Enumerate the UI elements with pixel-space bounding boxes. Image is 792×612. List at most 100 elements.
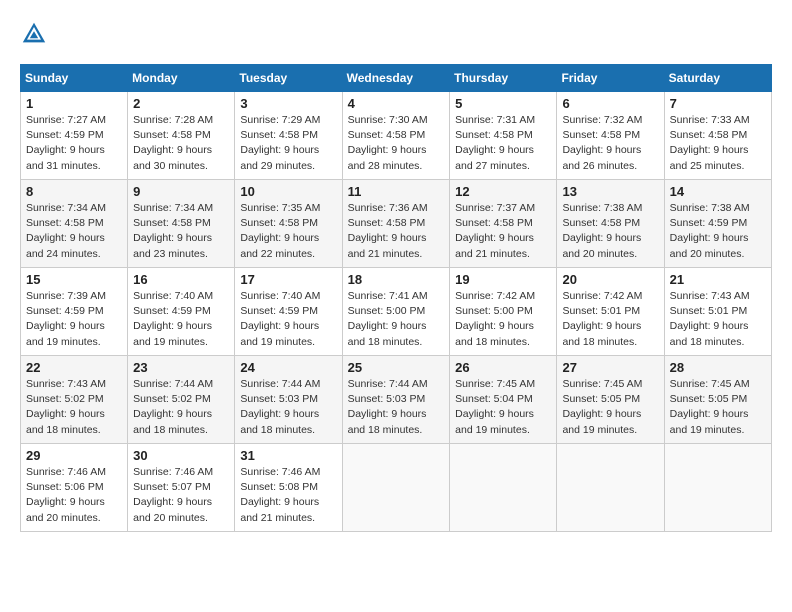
weekday-header: Monday <box>128 65 235 92</box>
calendar-week-row: 15 Sunrise: 7:39 AM Sunset: 4:59 PM Dayl… <box>21 268 772 356</box>
day-number: 8 <box>26 184 122 199</box>
day-info: Sunrise: 7:39 AM Sunset: 4:59 PM Dayligh… <box>26 289 122 350</box>
day-number: 14 <box>670 184 766 199</box>
calendar-day-cell: 13 Sunrise: 7:38 AM Sunset: 4:58 PM Dayl… <box>557 180 664 268</box>
day-info: Sunrise: 7:33 AM Sunset: 4:58 PM Dayligh… <box>670 113 766 174</box>
day-number: 25 <box>348 360 445 375</box>
calendar-day-cell: 15 Sunrise: 7:39 AM Sunset: 4:59 PM Dayl… <box>21 268 128 356</box>
day-number: 6 <box>562 96 658 111</box>
calendar-day-cell: 29 Sunrise: 7:46 AM Sunset: 5:06 PM Dayl… <box>21 444 128 532</box>
calendar-day-cell: 6 Sunrise: 7:32 AM Sunset: 4:58 PM Dayli… <box>557 92 664 180</box>
day-number: 4 <box>348 96 445 111</box>
logo-icon <box>20 20 48 48</box>
calendar-day-cell: 2 Sunrise: 7:28 AM Sunset: 4:58 PM Dayli… <box>128 92 235 180</box>
day-info: Sunrise: 7:42 AM Sunset: 5:01 PM Dayligh… <box>562 289 658 350</box>
day-number: 12 <box>455 184 551 199</box>
day-info: Sunrise: 7:35 AM Sunset: 4:58 PM Dayligh… <box>240 201 336 262</box>
day-info: Sunrise: 7:31 AM Sunset: 4:58 PM Dayligh… <box>455 113 551 174</box>
calendar-day-cell: 21 Sunrise: 7:43 AM Sunset: 5:01 PM Dayl… <box>664 268 771 356</box>
day-number: 31 <box>240 448 336 463</box>
weekday-header: Saturday <box>664 65 771 92</box>
day-number: 26 <box>455 360 551 375</box>
calendar-day-cell: 4 Sunrise: 7:30 AM Sunset: 4:58 PM Dayli… <box>342 92 450 180</box>
calendar-day-cell: 26 Sunrise: 7:45 AM Sunset: 5:04 PM Dayl… <box>450 356 557 444</box>
calendar-day-cell: 3 Sunrise: 7:29 AM Sunset: 4:58 PM Dayli… <box>235 92 342 180</box>
weekday-header: Friday <box>557 65 664 92</box>
calendar-day-cell: 10 Sunrise: 7:35 AM Sunset: 4:58 PM Dayl… <box>235 180 342 268</box>
calendar-day-cell: 12 Sunrise: 7:37 AM Sunset: 4:58 PM Dayl… <box>450 180 557 268</box>
day-info: Sunrise: 7:44 AM Sunset: 5:02 PM Dayligh… <box>133 377 229 438</box>
day-info: Sunrise: 7:34 AM Sunset: 4:58 PM Dayligh… <box>133 201 229 262</box>
day-number: 11 <box>348 184 445 199</box>
calendar-day-cell: 25 Sunrise: 7:44 AM Sunset: 5:03 PM Dayl… <box>342 356 450 444</box>
day-number: 27 <box>562 360 658 375</box>
calendar-day-cell: 30 Sunrise: 7:46 AM Sunset: 5:07 PM Dayl… <box>128 444 235 532</box>
calendar-day-cell: 7 Sunrise: 7:33 AM Sunset: 4:58 PM Dayli… <box>664 92 771 180</box>
calendar-day-cell: 1 Sunrise: 7:27 AM Sunset: 4:59 PM Dayli… <box>21 92 128 180</box>
day-info: Sunrise: 7:45 AM Sunset: 5:05 PM Dayligh… <box>670 377 766 438</box>
calendar-table: SundayMondayTuesdayWednesdayThursdayFrid… <box>20 64 772 532</box>
calendar-day-cell: 23 Sunrise: 7:44 AM Sunset: 5:02 PM Dayl… <box>128 356 235 444</box>
day-number: 22 <box>26 360 122 375</box>
day-info: Sunrise: 7:38 AM Sunset: 4:59 PM Dayligh… <box>670 201 766 262</box>
day-info: Sunrise: 7:34 AM Sunset: 4:58 PM Dayligh… <box>26 201 122 262</box>
day-info: Sunrise: 7:28 AM Sunset: 4:58 PM Dayligh… <box>133 113 229 174</box>
day-number: 3 <box>240 96 336 111</box>
calendar-day-cell: 28 Sunrise: 7:45 AM Sunset: 5:05 PM Dayl… <box>664 356 771 444</box>
calendar-day-cell <box>664 444 771 532</box>
calendar-day-cell: 24 Sunrise: 7:44 AM Sunset: 5:03 PM Dayl… <box>235 356 342 444</box>
weekday-header: Tuesday <box>235 65 342 92</box>
calendar-day-cell: 20 Sunrise: 7:42 AM Sunset: 5:01 PM Dayl… <box>557 268 664 356</box>
calendar-day-cell: 9 Sunrise: 7:34 AM Sunset: 4:58 PM Dayli… <box>128 180 235 268</box>
day-number: 21 <box>670 272 766 287</box>
day-number: 7 <box>670 96 766 111</box>
day-number: 23 <box>133 360 229 375</box>
day-info: Sunrise: 7:38 AM Sunset: 4:58 PM Dayligh… <box>562 201 658 262</box>
calendar-day-cell: 18 Sunrise: 7:41 AM Sunset: 5:00 PM Dayl… <box>342 268 450 356</box>
day-number: 13 <box>562 184 658 199</box>
day-info: Sunrise: 7:29 AM Sunset: 4:58 PM Dayligh… <box>240 113 336 174</box>
calendar-day-cell: 16 Sunrise: 7:40 AM Sunset: 4:59 PM Dayl… <box>128 268 235 356</box>
day-info: Sunrise: 7:43 AM Sunset: 5:02 PM Dayligh… <box>26 377 122 438</box>
calendar-day-cell: 27 Sunrise: 7:45 AM Sunset: 5:05 PM Dayl… <box>557 356 664 444</box>
calendar-day-cell: 31 Sunrise: 7:46 AM Sunset: 5:08 PM Dayl… <box>235 444 342 532</box>
calendar-day-cell <box>557 444 664 532</box>
day-number: 9 <box>133 184 229 199</box>
calendar-week-row: 8 Sunrise: 7:34 AM Sunset: 4:58 PM Dayli… <box>21 180 772 268</box>
day-number: 2 <box>133 96 229 111</box>
calendar-week-row: 22 Sunrise: 7:43 AM Sunset: 5:02 PM Dayl… <box>21 356 772 444</box>
day-info: Sunrise: 7:37 AM Sunset: 4:58 PM Dayligh… <box>455 201 551 262</box>
day-info: Sunrise: 7:44 AM Sunset: 5:03 PM Dayligh… <box>240 377 336 438</box>
day-number: 18 <box>348 272 445 287</box>
day-info: Sunrise: 7:46 AM Sunset: 5:08 PM Dayligh… <box>240 465 336 526</box>
day-number: 1 <box>26 96 122 111</box>
calendar-day-cell: 14 Sunrise: 7:38 AM Sunset: 4:59 PM Dayl… <box>664 180 771 268</box>
calendar-day-cell: 8 Sunrise: 7:34 AM Sunset: 4:58 PM Dayli… <box>21 180 128 268</box>
weekday-header: Wednesday <box>342 65 450 92</box>
calendar-day-cell: 5 Sunrise: 7:31 AM Sunset: 4:58 PM Dayli… <box>450 92 557 180</box>
day-info: Sunrise: 7:46 AM Sunset: 5:07 PM Dayligh… <box>133 465 229 526</box>
calendar-day-cell <box>342 444 450 532</box>
day-info: Sunrise: 7:41 AM Sunset: 5:00 PM Dayligh… <box>348 289 445 350</box>
day-number: 17 <box>240 272 336 287</box>
day-info: Sunrise: 7:46 AM Sunset: 5:06 PM Dayligh… <box>26 465 122 526</box>
day-info: Sunrise: 7:43 AM Sunset: 5:01 PM Dayligh… <box>670 289 766 350</box>
weekday-header: Sunday <box>21 65 128 92</box>
page-header <box>20 20 772 48</box>
calendar-day-cell: 17 Sunrise: 7:40 AM Sunset: 4:59 PM Dayl… <box>235 268 342 356</box>
day-info: Sunrise: 7:44 AM Sunset: 5:03 PM Dayligh… <box>348 377 445 438</box>
day-info: Sunrise: 7:27 AM Sunset: 4:59 PM Dayligh… <box>26 113 122 174</box>
day-number: 28 <box>670 360 766 375</box>
calendar-week-row: 1 Sunrise: 7:27 AM Sunset: 4:59 PM Dayli… <box>21 92 772 180</box>
day-info: Sunrise: 7:42 AM Sunset: 5:00 PM Dayligh… <box>455 289 551 350</box>
calendar-day-cell: 19 Sunrise: 7:42 AM Sunset: 5:00 PM Dayl… <box>450 268 557 356</box>
day-info: Sunrise: 7:45 AM Sunset: 5:05 PM Dayligh… <box>562 377 658 438</box>
day-number: 30 <box>133 448 229 463</box>
day-info: Sunrise: 7:45 AM Sunset: 5:04 PM Dayligh… <box>455 377 551 438</box>
day-info: Sunrise: 7:36 AM Sunset: 4:58 PM Dayligh… <box>348 201 445 262</box>
day-info: Sunrise: 7:40 AM Sunset: 4:59 PM Dayligh… <box>240 289 336 350</box>
calendar-day-cell: 11 Sunrise: 7:36 AM Sunset: 4:58 PM Dayl… <box>342 180 450 268</box>
calendar-day-cell <box>450 444 557 532</box>
day-number: 20 <box>562 272 658 287</box>
day-info: Sunrise: 7:40 AM Sunset: 4:59 PM Dayligh… <box>133 289 229 350</box>
